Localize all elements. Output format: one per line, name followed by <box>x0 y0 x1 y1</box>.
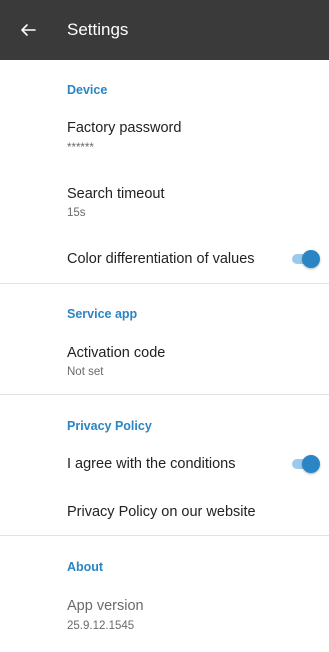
pref-search-timeout-summary: 15s <box>67 207 86 219</box>
divider <box>0 394 329 395</box>
pref-activation-code-title: Activation code <box>67 345 166 361</box>
toolbar: Settings <box>0 0 329 60</box>
section-header-privacy-policy: Privacy Policy <box>67 419 152 433</box>
privacy-policy-website-link: Privacy Policy on our website <box>67 504 256 520</box>
pref-factory-password-summary: ****** <box>67 142 94 154</box>
section-header-service-app: Service app <box>67 307 138 321</box>
pref-color-differentiation-title: Color differentiation of values <box>67 251 255 267</box>
settings-screen: Settings Device Factory password ****** … <box>0 0 329 652</box>
switch-thumb <box>302 455 320 473</box>
section-header-device: Device <box>67 83 108 97</box>
pref-search-timeout-title: Search timeout <box>67 186 165 202</box>
pref-agree-conditions-title: I agree with the conditions <box>67 456 236 472</box>
arrow-left-icon <box>21 24 36 36</box>
section-header-about: About <box>67 560 104 574</box>
bottom-bar <box>0 640 329 652</box>
pref-activation-code-summary: Not set <box>67 366 104 378</box>
back-button[interactable] <box>16 18 40 42</box>
color-differentiation-switch[interactable] <box>291 250 321 268</box>
divider <box>0 535 329 536</box>
divider <box>0 283 329 284</box>
agree-conditions-switch[interactable] <box>291 455 321 473</box>
pref-app-version-summary: 25.9.12.1545 <box>67 620 135 632</box>
pref-factory-password-title: Factory password <box>67 120 182 136</box>
page-title: Settings <box>67 20 129 39</box>
switch-thumb <box>302 250 320 268</box>
pref-app-version-title: App version <box>67 598 144 614</box>
